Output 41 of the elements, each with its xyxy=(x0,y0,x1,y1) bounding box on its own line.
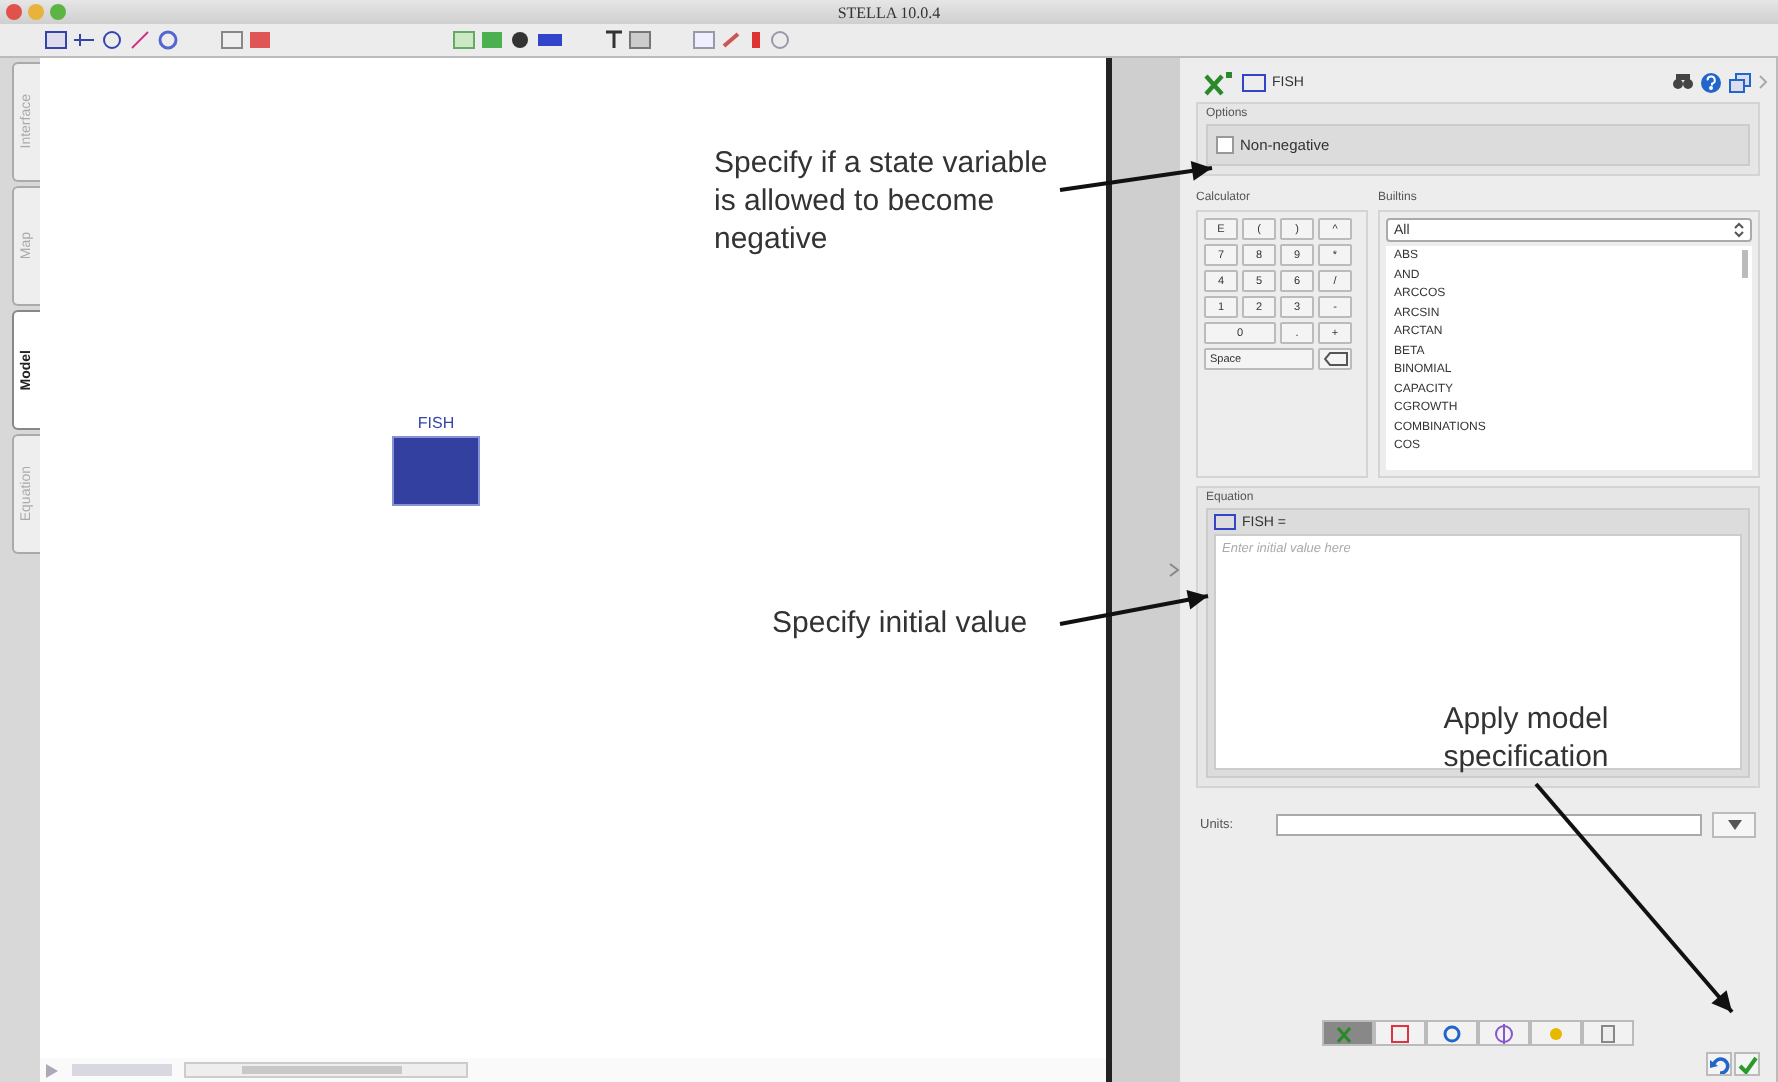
backspace-key[interactable] xyxy=(1318,348,1352,370)
stock-icon xyxy=(1214,514,1236,530)
units-dropdown-button[interactable] xyxy=(1712,812,1756,838)
loop-tab[interactable] xyxy=(1426,1020,1478,1046)
apply-button[interactable] xyxy=(1734,1052,1760,1076)
close-button[interactable] xyxy=(6,4,22,20)
stock-box[interactable] xyxy=(392,436,480,506)
loop-icon xyxy=(1440,1023,1464,1043)
annotation-text: Specify if a state variable is allowed to become negative xyxy=(714,144,1050,258)
connector-tool-icon[interactable] xyxy=(128,30,152,50)
checkbox[interactable] xyxy=(1216,136,1234,154)
undo-button[interactable] xyxy=(1706,1052,1732,1076)
converter-tool-icon[interactable] xyxy=(100,30,124,50)
document-icon xyxy=(1596,1023,1620,1043)
horizontal-scrollbar[interactable] xyxy=(184,1062,468,1078)
equation-icon[interactable] xyxy=(1204,69,1236,95)
module-tool-icon[interactable] xyxy=(156,30,180,50)
graph-tab[interactable] xyxy=(1374,1020,1426,1046)
stock-label: FISH xyxy=(417,414,455,432)
annotation-text: Specify initial value xyxy=(772,604,1028,642)
range-icon xyxy=(1492,1023,1516,1043)
zoom-button[interactable] xyxy=(50,4,66,20)
play-icon[interactable] xyxy=(44,1061,60,1079)
updown-arrows-icon xyxy=(1734,222,1744,238)
flow-tool-icon[interactable] xyxy=(72,30,96,50)
chevron-right-icon[interactable] xyxy=(1758,74,1768,90)
binoculars-icon[interactable] xyxy=(1672,72,1694,92)
stock-icon xyxy=(1242,73,1266,91)
graph-icon xyxy=(1388,1023,1412,1043)
caret-down-icon xyxy=(1727,820,1741,830)
stock-tool-icon[interactable] xyxy=(44,30,68,50)
document-tab[interactable] xyxy=(1582,1020,1634,1046)
units-field[interactable] xyxy=(1275,814,1702,836)
text-tool-icon[interactable] xyxy=(604,30,624,50)
range-tab[interactable] xyxy=(1478,1020,1530,1046)
help-icon[interactable] xyxy=(1700,71,1722,93)
equation-tab[interactable] xyxy=(1322,1020,1374,1046)
windows-icon[interactable] xyxy=(1728,71,1752,93)
annotation-text: Apply model specification xyxy=(1441,700,1611,776)
window-title: STELLA 10.0.4 xyxy=(837,3,941,21)
vertical-scrollbar[interactable] xyxy=(1742,250,1748,278)
